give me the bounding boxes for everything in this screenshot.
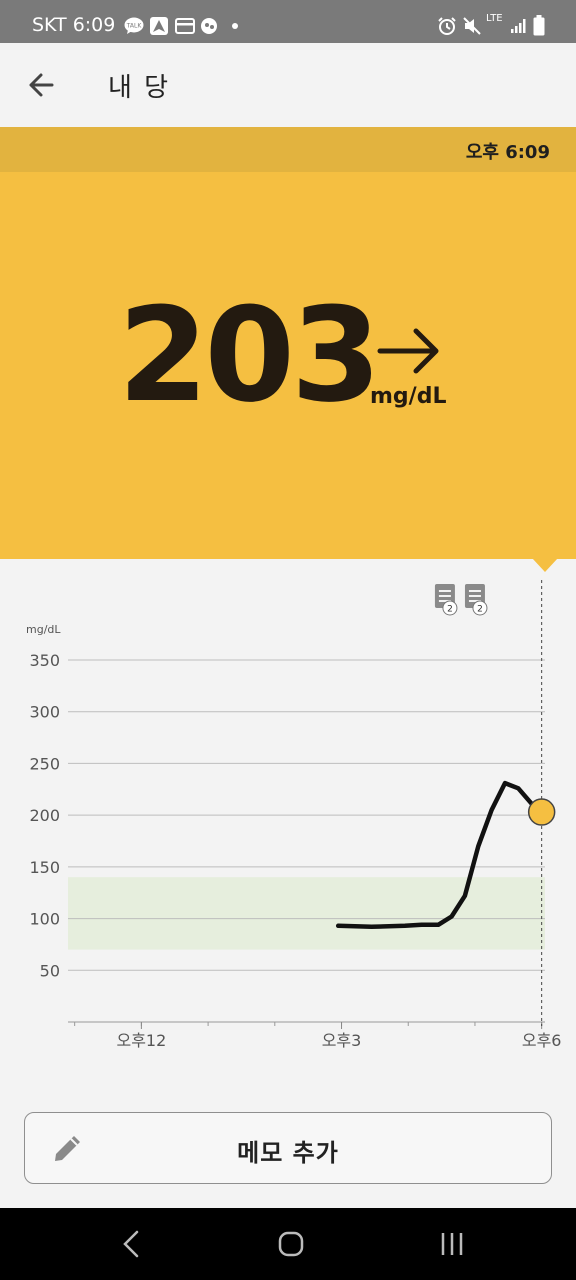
note-icon[interactable] <box>464 584 488 616</box>
page-title: 내 당 <box>108 73 171 103</box>
y-tick-label: 100 <box>29 910 60 929</box>
x-tick-label: 오후12 <box>116 1031 166 1050</box>
note-icon[interactable] <box>434 584 458 616</box>
dot-icon <box>232 23 238 29</box>
glucose-value: 203 <box>118 279 381 431</box>
y-unit-label: mg/dL <box>26 623 61 636</box>
alarm-icon <box>438 17 456 35</box>
arrow-left-icon[interactable] <box>22 65 62 105</box>
status-carrier-time: SKT 6:09 <box>32 14 116 36</box>
signal-icon <box>511 19 526 33</box>
y-tick-label: 350 <box>29 651 60 670</box>
card-icon <box>175 18 195 34</box>
y-tick-label: 150 <box>29 858 60 877</box>
app-bar: 내 당 <box>0 43 576 127</box>
y-tick-label: 300 <box>29 703 60 722</box>
reading-time: 오후 6:09 <box>465 142 550 163</box>
status-bar: SKT 6:09 TALK LTE <box>0 0 576 43</box>
current-time-pointer <box>532 558 558 572</box>
reading-time-strip: 오후 6:09 <box>0 127 576 172</box>
current-reading-marker <box>527 798 556 826</box>
back-nav-icon[interactable] <box>112 1226 152 1262</box>
home-nav-icon[interactable] <box>271 1226 311 1262</box>
target-range-band <box>68 877 545 950</box>
svg-text:TALK: TALK <box>126 23 143 30</box>
battery-icon <box>533 15 545 36</box>
navigation-icon <box>150 17 168 35</box>
current-reading-panel: 203 mg/dL <box>0 172 576 559</box>
x-tick-label: 오후6 <box>522 1031 562 1050</box>
note-count: 2 <box>477 605 483 615</box>
glucose-unit: mg/dL <box>370 384 447 409</box>
note-count: 2 <box>447 605 453 615</box>
y-tick-label: 50 <box>40 961 60 980</box>
y-tick-label: 200 <box>29 806 60 825</box>
arrow-right-icon <box>377 328 439 374</box>
glucose-chart[interactable]: mg/dL 50 100 150 200 250 300 350 오후12 오후3 오후6 2 2 <box>0 580 576 1060</box>
mute-icon <box>463 17 481 35</box>
x-tick-label: 오후3 <box>322 1031 362 1050</box>
recents-nav-icon[interactable] <box>432 1226 472 1262</box>
system-nav-bar <box>0 1208 576 1280</box>
kakaotalk-icon: TALK <box>124 17 144 34</box>
lte-icon: LTE <box>486 13 503 24</box>
add-memo-label: 메모 추가 <box>237 1139 339 1167</box>
y-tick-label: 250 <box>29 754 60 773</box>
add-memo-button[interactable]: 메모 추가 <box>24 1112 552 1184</box>
app-icon <box>201 18 217 34</box>
